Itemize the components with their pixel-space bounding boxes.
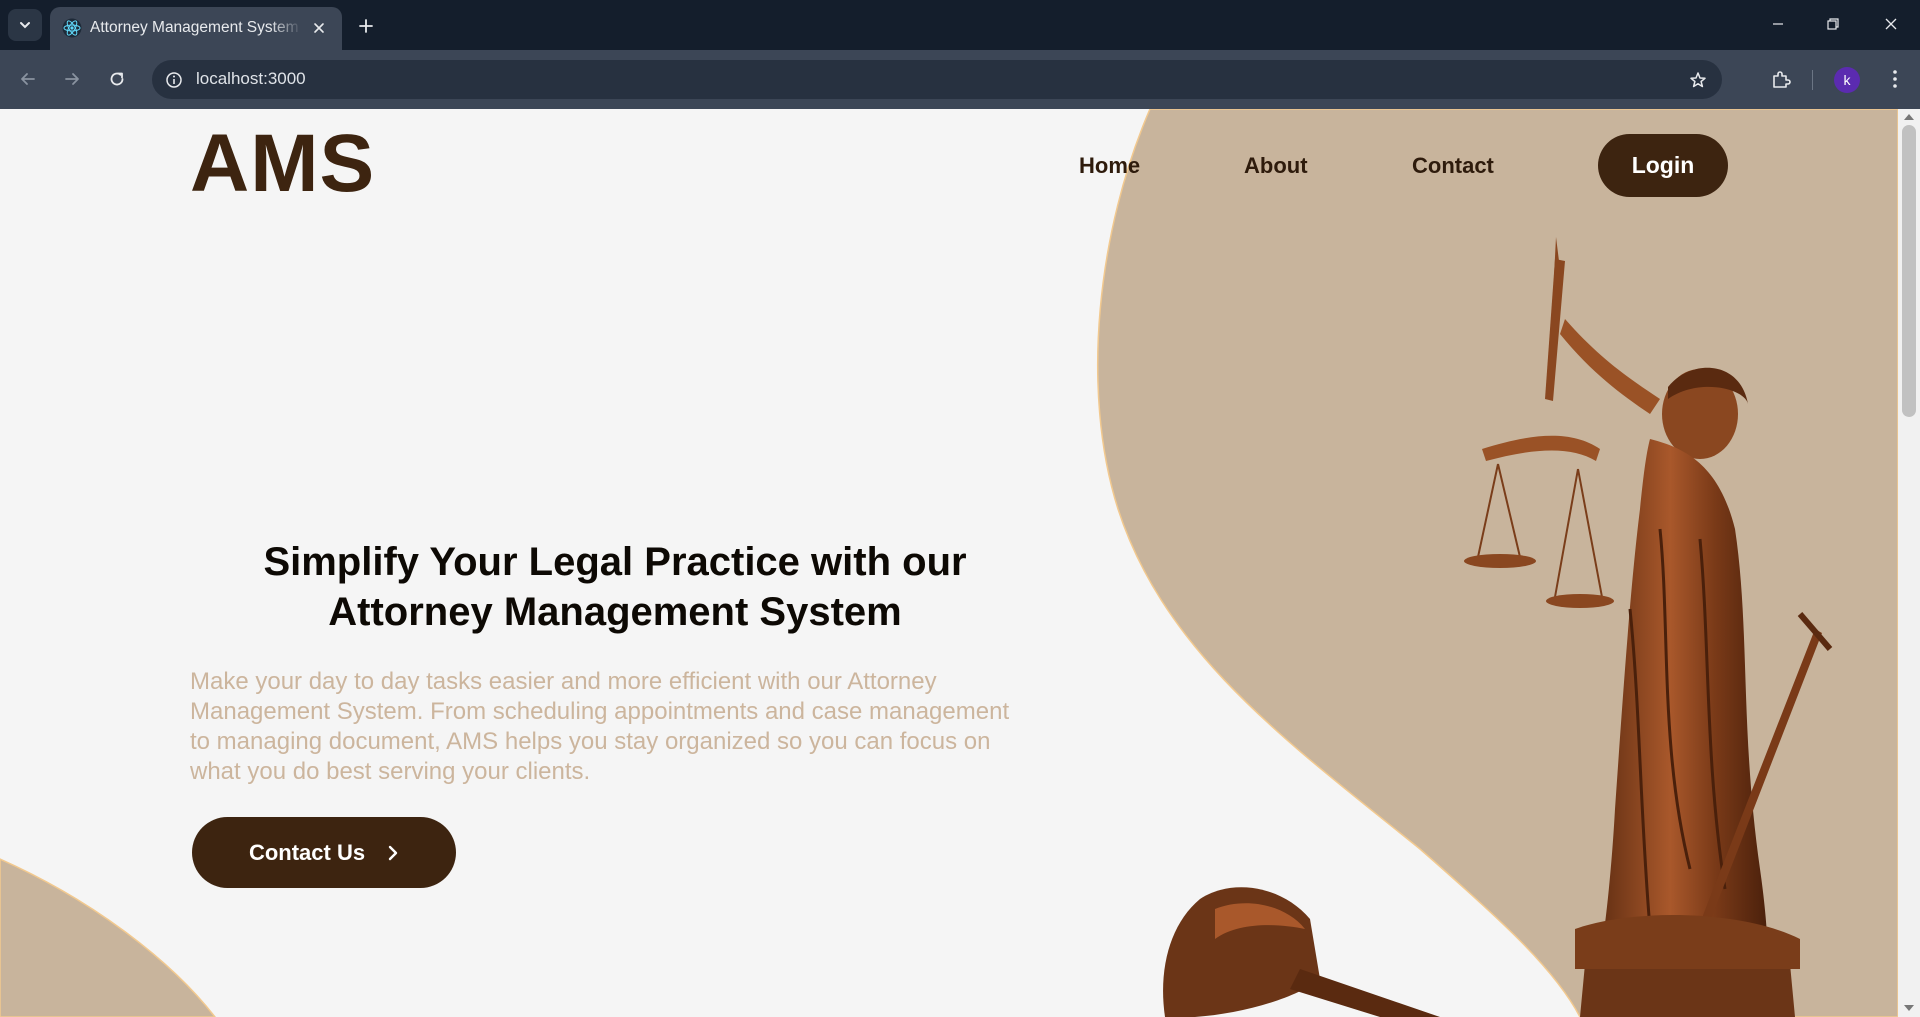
chevron-right-icon	[388, 845, 398, 860]
active-tab[interactable]: Attorney Management System (	[50, 7, 342, 50]
minimize-button[interactable]	[1758, 7, 1798, 41]
contact-us-label: Contact Us	[248, 839, 366, 865]
browser-tab-bar: Attorney Management System (	[0, 0, 1920, 50]
close-icon	[314, 23, 324, 33]
reload-button[interactable]	[101, 63, 133, 95]
restore-button[interactable]	[1813, 7, 1853, 41]
hero-title: Simplify Your Legal Practice with our At…	[190, 537, 1040, 637]
restore-icon	[1827, 18, 1839, 30]
info-icon	[166, 72, 182, 88]
scroll-down-arrow[interactable]	[1904, 1005, 1914, 1011]
close-window-button[interactable]	[1871, 7, 1911, 41]
login-button[interactable]: Login	[1598, 134, 1728, 197]
hero-description: Make your day to day tasks easier and mo…	[190, 668, 1010, 785]
address-bar[interactable]: localhost:3000	[152, 60, 1722, 99]
reload-icon	[110, 72, 124, 86]
nav-home-link[interactable]: Home	[1079, 153, 1140, 179]
tab-search-button[interactable]	[8, 9, 42, 41]
left-tan-blob	[0, 858, 216, 1017]
forward-button[interactable]	[56, 63, 88, 95]
kebab-menu-icon	[1893, 70, 1897, 88]
react-favicon-icon	[62, 18, 82, 38]
hero-title-line-2: Attorney Management System	[328, 590, 902, 634]
bookmark-button[interactable]	[1686, 68, 1710, 92]
gavel-icon	[1163, 887, 1440, 1017]
back-arrow-icon	[21, 73, 35, 85]
browser-toolbar: localhost:3000 k	[0, 50, 1920, 109]
tab-title: Attorney Management System (	[90, 19, 302, 36]
nav-about-link[interactable]: About	[1244, 153, 1308, 179]
back-button[interactable]	[12, 63, 44, 95]
site-logo[interactable]: AMS	[190, 117, 375, 211]
minimize-icon	[1773, 23, 1783, 25]
chevron-down-icon	[20, 22, 30, 29]
forward-arrow-icon	[65, 73, 79, 85]
plus-icon	[359, 19, 373, 33]
scroll-up-arrow[interactable]	[1904, 114, 1914, 120]
hero-title-line-1: Simplify Your Legal Practice with our	[263, 540, 967, 584]
page-viewport: AMS Home About Contact Login Simplify Yo…	[0, 109, 1920, 1017]
new-tab-button[interactable]	[352, 12, 380, 40]
contact-us-button[interactable]: Contact Us	[192, 817, 456, 888]
scroll-thumb[interactable]	[1902, 125, 1916, 417]
toolbar-separator	[1812, 70, 1813, 90]
page-scrollbar[interactable]	[1898, 109, 1920, 1017]
nav-contact-link[interactable]: Contact	[1412, 153, 1494, 179]
site-info-button[interactable]	[162, 68, 186, 92]
extensions-icon	[1773, 71, 1791, 88]
tab-close-button[interactable]	[308, 17, 330, 39]
star-icon	[1690, 72, 1706, 88]
url-text[interactable]: localhost:3000	[196, 69, 306, 89]
profile-avatar[interactable]: k	[1834, 67, 1860, 93]
extensions-button[interactable]	[1766, 64, 1796, 94]
browser-menu-button[interactable]	[1880, 64, 1910, 94]
close-icon	[1885, 18, 1897, 30]
